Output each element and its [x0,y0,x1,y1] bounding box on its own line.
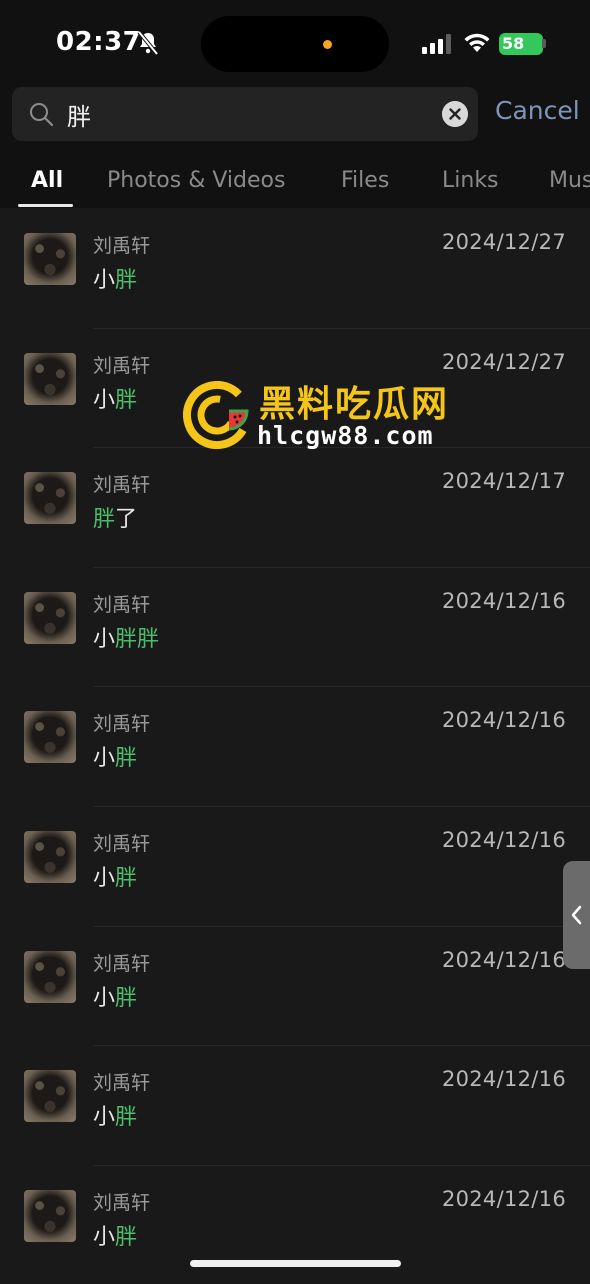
status-time: 02:37 [56,27,142,57]
match-highlight: 胖 [115,268,138,293]
cellular-signal-icon [422,34,451,54]
side-drawer-handle[interactable] [563,861,590,969]
avatar [24,233,76,285]
privacy-indicator-dot [323,40,332,49]
message-date: 2024/12/17 [441,469,566,494]
search-input[interactable] [67,87,427,141]
message-date: 2024/12/16 [441,1186,566,1211]
match-highlight: 胖 [115,865,138,891]
dynamic-island [201,16,389,72]
list-item[interactable]: 刘禹轩 胖了 2024/12/17 [0,447,590,567]
message-snippet: 小胖胖 [93,626,160,652]
sender-name: 刘禹轩 [93,1072,151,1095]
message-date: 2024/12/16 [441,827,566,852]
message-date: 2024/12/16 [441,588,566,613]
chevron-left-icon [571,905,582,925]
bell-muted-icon [137,30,159,56]
list-item[interactable]: 刘禹轩 小胖 2024/12/16 [0,1045,590,1165]
wifi-icon [464,33,490,52]
filter-tabs: All Photos & Videos Files Links Mus [0,164,590,208]
avatar [24,711,76,764]
match-highlight: 胖 [115,387,138,413]
message-date: 2024/12/16 [441,708,566,733]
message-snippet: 小胖 [93,746,138,772]
message-date: 2024/12/27 [441,349,566,374]
match-highlight: 胖 [115,985,138,1011]
message-snippet: 小胖 [93,865,138,891]
sender-name: 刘禹轩 [93,952,151,975]
sender-name: 刘禹轩 [93,1191,151,1214]
message-snippet: 小胖 [93,268,138,293]
message-snippet: 胖了 [93,507,138,533]
avatar [24,830,76,883]
home-indicator[interactable] [190,1260,401,1267]
match-highlight: 胖 [115,1224,138,1250]
search-icon [30,103,54,127]
clear-search-icon[interactable] [442,101,468,127]
search-header: Cancel All Photos & Videos Files Links M… [0,86,590,208]
avatar [24,591,76,644]
search-box[interactable] [12,87,478,141]
sender-name: 刘禹轩 [93,235,151,257]
avatar [24,472,76,525]
tab-links[interactable]: Links [442,168,499,193]
watermark-logo-icon [183,381,251,449]
message-date: 2024/12/27 [441,230,566,254]
list-item[interactable]: 刘禹轩 小胖 2024/12/16 [0,686,590,806]
message-snippet: 小胖 [93,985,138,1011]
match-highlight: 胖 [115,1105,138,1131]
message-snippet: 小胖 [93,387,138,413]
cancel-button[interactable]: Cancel [495,96,580,125]
match-highlight: 胖 [115,746,138,772]
battery-indicator: 58 [499,33,543,55]
message-date: 2024/12/16 [441,1067,566,1092]
tab-photos-videos[interactable]: Photos & Videos [107,168,285,193]
battery-tip [542,39,546,48]
list-item[interactable]: 刘禹轩 小胖 2024/12/27 [0,208,590,328]
watermark-title: 黑料吃瓜网 [259,384,450,425]
match-highlight: 胖 [93,507,116,533]
tab-all[interactable]: All [31,168,63,193]
avatar [24,950,76,1003]
watermark-url: hlcgw88.com [257,421,434,450]
sender-name: 刘禹轩 [93,354,151,377]
active-tab-indicator [18,204,73,207]
message-snippet: 小胖 [93,1224,138,1250]
tab-music[interactable]: Mus [549,168,590,193]
avatar [24,1189,76,1242]
avatar [24,1070,76,1123]
sender-name: 刘禹轩 [93,832,151,855]
sender-name: 刘禹轩 [93,713,151,736]
avatar [24,352,76,405]
list-item[interactable]: 刘禹轩 小胖 2024/12/16 [0,925,590,1046]
sender-name: 刘禹轩 [93,593,151,616]
list-item[interactable]: 刘禹轩 小胖 2024/12/16 [0,805,590,926]
search-results-list: 刘禹轩 小胖 2024/12/27 刘禹轩 小胖 2024/12/27 刘禹轩 … [0,208,590,1284]
match-highlight: 胖胖 [115,626,160,652]
list-item[interactable]: 刘禹轩 小胖胖 2024/12/16 [0,566,590,687]
message-date: 2024/12/16 [441,947,566,972]
battery-level: 58 [502,34,525,53]
tab-files[interactable]: Files [341,168,389,193]
status-bar: 02:37 58 [0,0,590,86]
message-snippet: 小胖 [93,1105,138,1131]
sender-name: 刘禹轩 [93,474,151,497]
